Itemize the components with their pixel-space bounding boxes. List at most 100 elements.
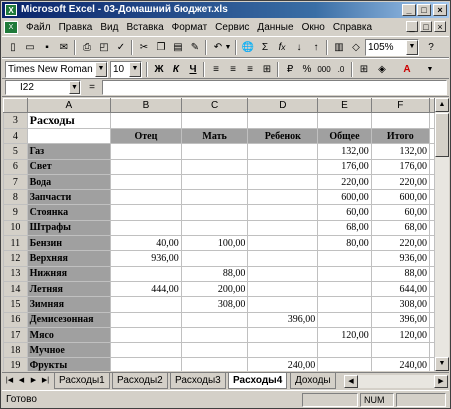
- cell[interactable]: [429, 326, 435, 344]
- new-icon[interactable]: ▯: [5, 40, 21, 55]
- font-color-icon[interactable]: A: [399, 62, 415, 77]
- email-icon[interactable]: ✉: [56, 40, 72, 55]
- cell[interactable]: [110, 219, 182, 237]
- paste-icon[interactable]: ▤: [170, 40, 186, 55]
- cell[interactable]: Верхняя: [26, 250, 112, 267]
- cell[interactable]: [429, 112, 435, 129]
- cell[interactable]: [180, 173, 249, 191]
- cell[interactable]: Вода: [26, 173, 112, 191]
- cell[interactable]: [317, 250, 372, 267]
- italic-button[interactable]: К: [168, 62, 184, 77]
- cell[interactable]: [110, 143, 182, 160]
- merge-center-icon[interactable]: ⊞: [259, 62, 275, 77]
- cell[interactable]: Бензин: [26, 235, 112, 252]
- cell[interactable]: [317, 296, 372, 313]
- cell[interactable]: [180, 189, 249, 206]
- column-header[interactable]: [429, 98, 435, 113]
- cell[interactable]: 444,00: [110, 280, 182, 298]
- cell[interactable]: [429, 219, 435, 237]
- cell[interactable]: 600,00: [370, 189, 431, 206]
- cell[interactable]: 132,00: [370, 143, 431, 160]
- cell[interactable]: [317, 280, 372, 298]
- cell[interactable]: [247, 158, 319, 175]
- cell[interactable]: Штрафы: [26, 219, 112, 237]
- cell[interactable]: 396,00: [370, 311, 431, 328]
- cell[interactable]: [429, 158, 435, 175]
- chart-wizard-icon[interactable]: ▥: [331, 40, 347, 55]
- cell[interactable]: [429, 250, 435, 267]
- zoom-select[interactable]: 105% ▼: [365, 39, 419, 56]
- chevron-down-icon[interactable]: ▼: [129, 62, 141, 77]
- excel-app-icon[interactable]: X: [5, 4, 17, 16]
- cell[interactable]: [247, 189, 319, 206]
- copy-icon[interactable]: ❐: [153, 40, 169, 55]
- cell[interactable]: 80,00: [317, 235, 372, 252]
- column-header[interactable]: A: [26, 98, 112, 113]
- worksheet-grid[interactable]: A B C D E F 3 Расходы 4 Отец Мать Ребенок Общее Итого…: [3, 98, 435, 371]
- cell[interactable]: Свет: [26, 158, 112, 175]
- cell[interactable]: 220,00: [317, 173, 372, 191]
- cell[interactable]: [317, 265, 372, 282]
- cell[interactable]: 120,00: [370, 326, 431, 344]
- cell[interactable]: 176,00: [317, 158, 372, 175]
- cell[interactable]: 936,00: [370, 250, 431, 267]
- cell[interactable]: Мучное: [26, 342, 112, 359]
- vertical-scrollbar[interactable]: ▲ ▼: [435, 98, 449, 371]
- chevron-down-icon[interactable]: ▼: [406, 40, 418, 55]
- currency-icon[interactable]: ₽: [282, 62, 298, 77]
- cell[interactable]: Мать: [180, 127, 249, 145]
- row-header[interactable]: 3: [3, 112, 28, 129]
- cell[interactable]: [180, 112, 249, 129]
- formula-input[interactable]: [102, 80, 447, 95]
- cell[interactable]: Отец: [110, 127, 182, 145]
- menu-help[interactable]: Справка: [329, 22, 376, 33]
- sheet-tab[interactable]: Расходы3: [170, 373, 226, 389]
- last-sheet-icon[interactable]: ▶|: [40, 375, 51, 387]
- hyperlink-icon[interactable]: 🌐: [240, 40, 256, 55]
- scroll-right-icon[interactable]: ▶: [434, 375, 448, 388]
- cell[interactable]: 308,00: [180, 296, 249, 313]
- cell[interactable]: Нижняя: [26, 265, 112, 282]
- menu-format[interactable]: Формат: [168, 22, 212, 33]
- cell[interactable]: [26, 127, 112, 145]
- cell[interactable]: [247, 280, 319, 298]
- sheet-tab[interactable]: Доходы: [290, 373, 336, 389]
- row-header[interactable]: 7: [3, 173, 28, 191]
- cell[interactable]: 220,00: [370, 173, 431, 191]
- cell[interactable]: 240,00: [370, 357, 431, 371]
- cell[interactable]: [247, 112, 319, 129]
- format-painter-icon[interactable]: ✎: [187, 40, 203, 55]
- toolbar-options-icon[interactable]: ▼: [422, 62, 438, 77]
- cut-icon[interactable]: ✂: [136, 40, 152, 55]
- cell[interactable]: 600,00: [317, 189, 372, 206]
- row-header[interactable]: 18: [3, 342, 28, 359]
- print-icon[interactable]: ⎙: [79, 40, 95, 55]
- cell[interactable]: [247, 219, 319, 237]
- row-header[interactable]: 13: [3, 265, 28, 282]
- next-sheet-icon[interactable]: ▶: [28, 375, 39, 387]
- row-header[interactable]: 5: [3, 143, 28, 160]
- row-header[interactable]: 6: [3, 158, 28, 175]
- doc-restore-button[interactable]: □: [420, 21, 432, 32]
- menu-data[interactable]: Данные: [253, 22, 297, 33]
- select-all-corner[interactable]: [3, 98, 28, 113]
- cell[interactable]: [110, 158, 182, 175]
- row-header[interactable]: 4: [3, 127, 28, 145]
- row-header[interactable]: 9: [3, 204, 28, 221]
- cell[interactable]: [180, 250, 249, 267]
- doc-minimize-button[interactable]: _: [406, 21, 418, 32]
- cell[interactable]: [110, 342, 182, 359]
- sheet-tab[interactable]: Расходы4: [228, 373, 288, 389]
- cell[interactable]: [317, 311, 372, 328]
- cell[interactable]: [110, 357, 182, 371]
- cell[interactable]: Итого: [370, 127, 431, 145]
- cell[interactable]: 68,00: [370, 219, 431, 237]
- cell[interactable]: [110, 189, 182, 206]
- workbook-icon[interactable]: X: [4, 20, 18, 34]
- cell[interactable]: Стоянка: [26, 204, 112, 221]
- scroll-thumb[interactable]: [435, 113, 449, 157]
- print-preview-icon[interactable]: ◰: [96, 40, 112, 55]
- column-header[interactable]: C: [180, 98, 249, 113]
- cell[interactable]: [429, 173, 435, 191]
- name-box[interactable]: I22 ▼: [5, 80, 81, 95]
